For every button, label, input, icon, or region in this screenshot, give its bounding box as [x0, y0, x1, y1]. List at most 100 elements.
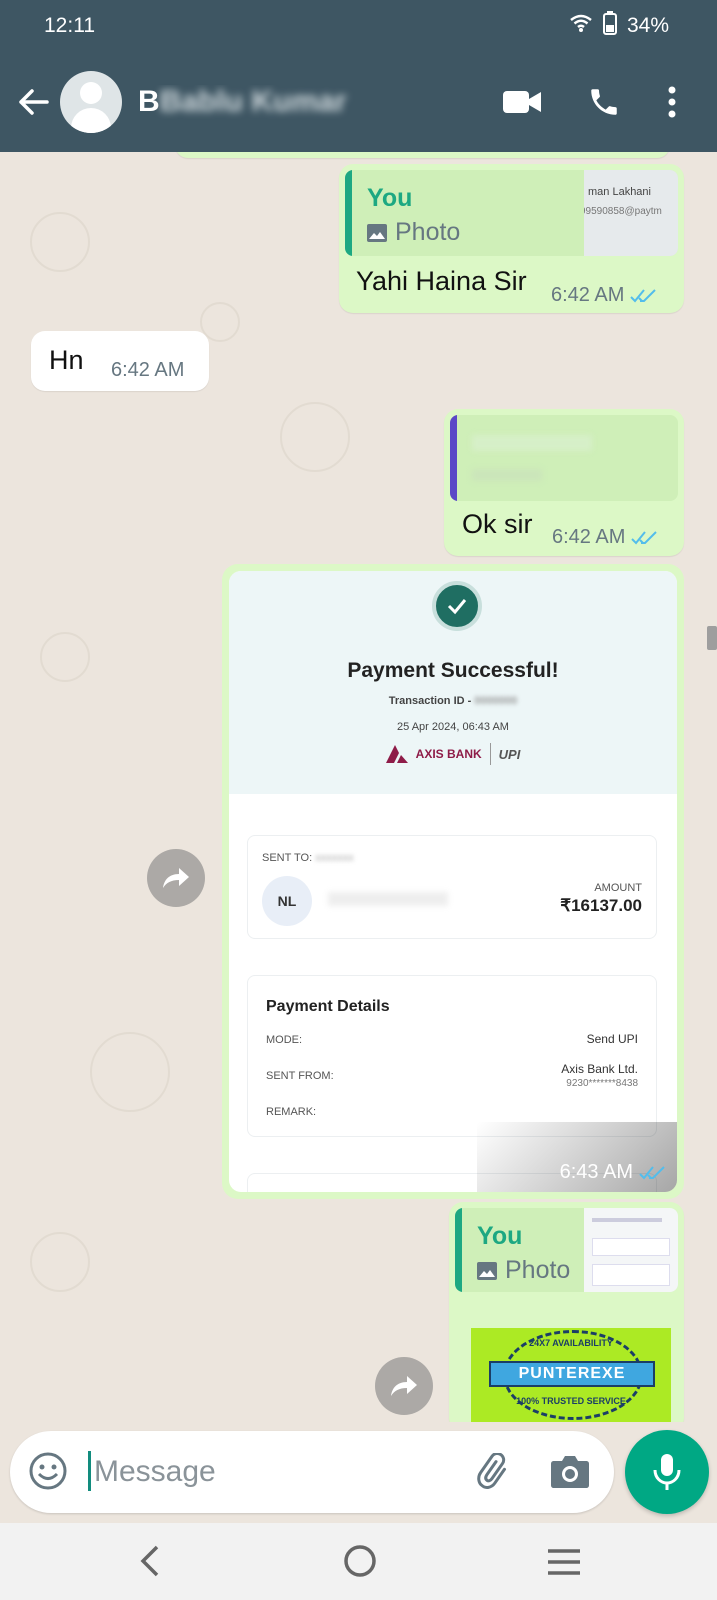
amount-label: AMOUNT	[594, 882, 642, 894]
photo-icon	[367, 223, 387, 242]
battery-icon	[602, 11, 617, 41]
nav-home-button[interactable]	[342, 1543, 378, 1584]
thumb-text: 99590858@paytm	[584, 206, 662, 217]
quote-thumbnail: man Lakhani 99590858@paytm	[584, 170, 678, 256]
message-time: 6:42 AM	[551, 284, 658, 307]
thumb-text: man Lakhani	[588, 186, 651, 198]
nav-recents-button[interactable]	[546, 1547, 582, 1582]
paperclip-icon	[477, 1452, 507, 1489]
payment-date: 25 Apr 2024, 06:43 AM	[397, 721, 509, 733]
check-circle-icon	[432, 581, 482, 631]
emoji-smile-icon	[29, 1452, 67, 1490]
menu-lines-icon	[548, 1549, 580, 1575]
message-text: Ok sir	[462, 509, 533, 539]
kebab-menu-icon	[668, 86, 676, 118]
payment-header: Payment Successful! Transaction ID - 000…	[229, 571, 677, 794]
promo-top-text: 24X7 AVAILABILITY	[529, 1338, 613, 1348]
attach-button[interactable]	[475, 1452, 515, 1498]
payment-screenshot[interactable]: Payment Successful! Transaction ID - 000…	[229, 571, 677, 1192]
battery-percent: 34%	[626, 14, 669, 37]
message-bubble-incoming[interactable]: Hn 6:42 AM	[31, 331, 209, 391]
nav-back-button[interactable]	[135, 1543, 165, 1584]
message-bubble-outgoing[interactable]: Ok sir 6:42 AM	[444, 409, 684, 556]
sent-from-value: Axis Bank Ltd.	[561, 1062, 638, 1076]
quote-author: You	[477, 1222, 523, 1250]
contact-name-obscured: Bablu Kumar	[159, 85, 347, 118]
message-time: 6:43 AM	[560, 1161, 667, 1184]
message-bubble-partial[interactable]	[175, 152, 670, 158]
double-check-icon	[631, 530, 658, 544]
arrow-left-icon	[19, 89, 49, 115]
quote-obscured-content	[472, 469, 542, 481]
payment-details-card: Payment Details MODE: Send UPI SENT FROM…	[247, 975, 657, 1137]
message-input[interactable]	[94, 1445, 454, 1499]
header-actions	[503, 85, 677, 119]
message-time: 6:42 AM	[552, 526, 659, 549]
microphone-icon	[653, 1454, 681, 1490]
payment-details-title: Payment Details	[266, 998, 390, 1015]
bank-name: AXIS BANK	[415, 747, 482, 761]
promo-bottom-text: 100% TRUSTED SERVICE	[516, 1396, 626, 1406]
double-check-icon	[639, 1165, 665, 1179]
chat-header: BBablu Kumar	[0, 52, 717, 152]
back-button[interactable]	[12, 81, 54, 123]
quote-type: Photo	[477, 1256, 570, 1285]
camera-icon	[551, 1456, 589, 1488]
quote-thumbnail	[584, 1208, 678, 1292]
message-time: 6:42 AM	[111, 359, 185, 381]
mode-label: MODE:	[266, 1034, 303, 1046]
payment-title: Payment Successful!	[347, 659, 559, 682]
forward-arrow-icon	[163, 868, 189, 888]
sent-to-label: SENT TO: xxxxxxx	[262, 852, 354, 864]
quoted-message[interactable]: You Photo man Lakhani 99590858@paytm	[345, 170, 678, 256]
sent-to-card: SENT TO: xxxxxxx NL AMOUNT ₹16137.00	[247, 835, 657, 939]
contact-name-initial: B	[138, 85, 160, 118]
upi-logo: UPI	[498, 746, 521, 762]
status-bar: 12:11 34%	[0, 0, 717, 52]
forward-arrow-icon	[391, 1376, 417, 1396]
quote-obscured-content	[472, 435, 592, 451]
mic-button[interactable]	[625, 1430, 709, 1514]
quote-author: You	[367, 184, 413, 212]
wifi-icon	[569, 13, 593, 39]
home-circle-icon	[344, 1545, 376, 1577]
promo-band-text: PUNTEREXE	[489, 1361, 655, 1387]
double-check-icon	[630, 288, 657, 302]
remark-label: REMARK:	[266, 1106, 317, 1118]
scrollbar-thumb[interactable]	[707, 626, 717, 650]
transaction-id: Transaction ID - 0000000	[388, 695, 518, 707]
promo-watermark: 24X7 AVAILABILITY PUNTEREXE 100% TRUSTED…	[471, 1328, 671, 1422]
emoji-button[interactable]	[28, 1451, 68, 1496]
chevron-left-icon	[140, 1545, 159, 1577]
camera-button[interactable]	[550, 1453, 590, 1494]
amount-value: ₹16137.00	[560, 896, 642, 915]
message-composer	[10, 1431, 614, 1513]
forward-button[interactable]	[147, 849, 205, 907]
phone-icon	[591, 89, 617, 115]
recipient-avatar: NL	[262, 876, 312, 926]
message-text: Hn	[49, 345, 84, 375]
recipient-obscured	[328, 892, 448, 906]
more-options-button[interactable]	[667, 85, 677, 119]
message-bubble-outgoing[interactable]: You Photo man Lakhani 99590858@paytm Yah…	[339, 164, 684, 313]
status-indicators: 34%	[569, 11, 669, 41]
contact-name[interactable]: BBablu Kumar	[138, 85, 378, 119]
sent-from-account: 9230*******8438	[566, 1078, 638, 1089]
axis-bank-logo-icon	[385, 745, 408, 763]
bank-row: AXIS BANK UPI	[229, 743, 677, 765]
quote-type: Photo	[367, 218, 460, 247]
video-call-button[interactable]	[503, 89, 541, 115]
photo-icon	[477, 1261, 497, 1280]
chat-area[interactable]: You Photo man Lakhani 99590858@paytm Yah…	[0, 152, 717, 1422]
image-message[interactable]: Payment Successful! Transaction ID - 000…	[222, 564, 684, 1199]
status-time: 12:11	[44, 14, 95, 37]
forward-button[interactable]	[375, 1357, 433, 1415]
message-text: Yahi Haina Sir	[356, 266, 527, 296]
mode-value: Send UPI	[586, 1032, 638, 1046]
sent-from-label: SENT FROM:	[266, 1070, 334, 1082]
quoted-message[interactable]: You Photo	[455, 1208, 678, 1292]
video-camera-icon	[503, 91, 541, 113]
voice-call-button[interactable]	[587, 85, 621, 119]
avatar[interactable]	[60, 71, 122, 133]
quoted-message[interactable]	[450, 415, 678, 501]
